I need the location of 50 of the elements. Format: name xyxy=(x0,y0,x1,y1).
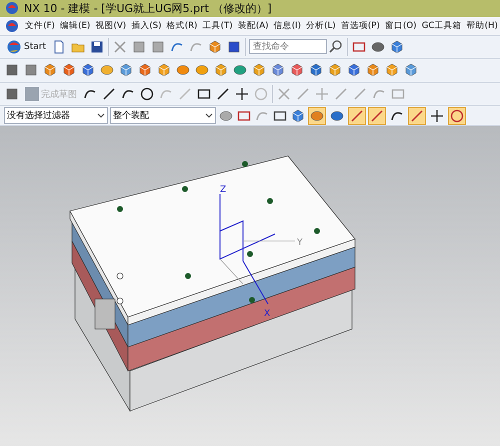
cube-icon[interactable] xyxy=(403,62,419,78)
caret-icon xyxy=(97,112,105,120)
cube-icon[interactable] xyxy=(270,62,286,78)
menu-item[interactable]: 首选项(P) xyxy=(340,20,380,32)
cube-icon[interactable] xyxy=(80,62,96,78)
cube-icon[interactable] xyxy=(308,62,324,78)
cube-icon[interactable] xyxy=(346,62,362,78)
cube-icon[interactable] xyxy=(251,62,267,78)
menu-item[interactable]: 分析(L) xyxy=(306,20,336,32)
scope-dropdown[interactable]: 整个装配 xyxy=(110,107,216,124)
cube-icon[interactable] xyxy=(384,62,400,78)
cube-icon[interactable] xyxy=(118,62,134,78)
menu-item[interactable]: 视图(V) xyxy=(96,20,126,32)
cube-icon[interactable] xyxy=(213,62,229,78)
cube-icon[interactable] xyxy=(137,62,153,78)
menu-item[interactable]: 格式(R) xyxy=(166,20,198,32)
caret-icon xyxy=(205,112,213,120)
app-logo-icon xyxy=(4,0,20,16)
menu-item[interactable]: 编辑(E) xyxy=(60,20,90,32)
menu-item[interactable]: GC工具箱 xyxy=(422,20,462,32)
save-icon[interactable] xyxy=(89,38,105,55)
cube-icon[interactable] xyxy=(207,38,223,55)
menu-item[interactable]: 帮助(H) xyxy=(466,20,498,32)
menu-item[interactable]: 插入(S) xyxy=(131,20,162,32)
cube-icon[interactable] xyxy=(61,62,77,78)
menu-item[interactable]: 信息(I) xyxy=(274,20,301,32)
z-axis-label: Z xyxy=(220,185,226,196)
menu-item[interactable]: 窗口(O) xyxy=(385,20,417,32)
window-title: NX 10 - 建模 - [学UG就上UG网5.prt （修改的）] xyxy=(24,0,272,16)
cube-icon[interactable] xyxy=(327,62,343,78)
cube-icon[interactable] xyxy=(389,38,405,55)
start-button[interactable]: Start xyxy=(4,38,48,55)
menu-item[interactable]: 工具(T) xyxy=(202,20,233,32)
menu-item[interactable]: 装配(A) xyxy=(238,20,268,32)
y-axis-label: Y xyxy=(297,238,302,248)
x-axis-label: X xyxy=(264,309,270,320)
cube-icon[interactable] xyxy=(290,108,306,124)
type-filter-dropdown[interactable]: 没有选择过滤器 xyxy=(4,107,108,124)
circle-icon[interactable] xyxy=(139,86,155,102)
menu-item[interactable]: 文件(F) xyxy=(25,20,55,32)
command-search-field[interactable]: 查找命令 xyxy=(249,39,327,54)
cube-icon[interactable] xyxy=(365,62,381,78)
cube-icon[interactable] xyxy=(156,62,172,78)
globe-icon xyxy=(6,38,22,55)
search-icon[interactable] xyxy=(328,38,344,55)
line-icon[interactable] xyxy=(101,86,117,102)
cube-icon[interactable] xyxy=(42,62,58,78)
plus-icon[interactable] xyxy=(234,86,250,102)
app-menu-icon[interactable] xyxy=(4,18,20,34)
cube-icon[interactable] xyxy=(289,62,305,78)
